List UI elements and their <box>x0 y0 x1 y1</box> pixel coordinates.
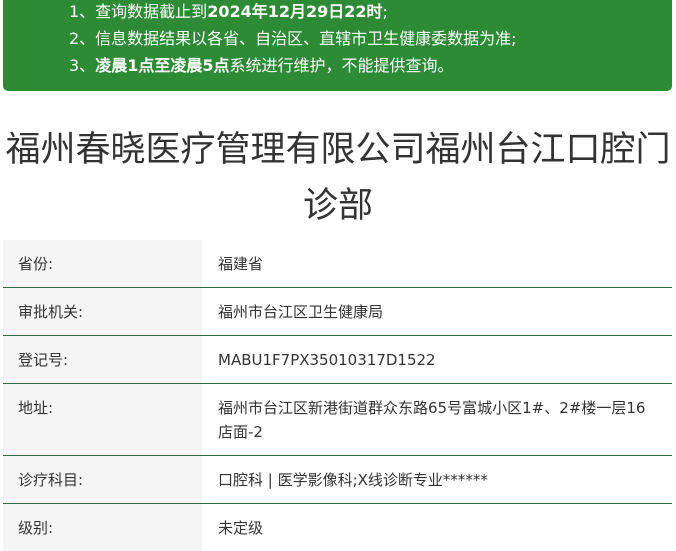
row-value: 福州市台江区新港街道群众东路65号富城小区1#、2#楼一层16店面-2 <box>218 399 646 441</box>
row-value: 福建省 <box>218 255 264 273</box>
table-row-address: 地址: 福州市台江区新港街道群众东路65号富城小区1#、2#楼一层16店面-2 <box>3 384 672 456</box>
table-row-level: 级别: 未定级 <box>3 504 672 551</box>
notice-line-1: 1、查询数据截止到2024年12月29日22时; <box>69 2 388 22</box>
table-row-authority: 审批机关: 福州市台江区卫生健康局 <box>3 288 672 336</box>
row-label: 省份: <box>3 240 202 287</box>
page-title: 福州春晓医疗管理有限公司福州台江口腔门诊部 <box>5 130 671 226</box>
row-label: 地址: <box>3 384 202 455</box>
table-row-departments: 诊疗科目: 口腔科 | 医学影像科;X线诊断专业****** <box>3 456 672 504</box>
row-value: 口腔科 | 医学影像科;X线诊断专业****** <box>218 471 488 489</box>
notice-line-3-time: 凌晨1点至凌晨5点 <box>95 56 230 75</box>
table-row-province: 省份: 福建省 <box>3 240 672 288</box>
info-table: 省份: 福建省 审批机关: 福州市台江区卫生健康局 登记号: MABU1F7PX… <box>3 240 672 551</box>
notice-line-2: 2、信息数据结果以各省、自治区、直辖市卫生健康委数据为准; <box>69 29 517 48</box>
notice-line-3: 3、凌晨1点至凌晨5点系统进行维护，不能提供查询。 <box>69 56 453 76</box>
notice-line-1-prefix: 1、查询数据截止到 <box>69 2 208 21</box>
row-label: 登记号: <box>3 336 202 383</box>
row-label: 诊疗科目: <box>3 456 202 503</box>
row-value: 福州市台江区卫生健康局 <box>218 303 384 321</box>
row-value: 未定级 <box>218 519 264 537</box>
row-value: MABU1F7PX35010317D1522 <box>218 351 436 369</box>
notice-line-1-suffix: ; <box>382 2 388 21</box>
notice-line-1-date: 2024年12月29日22时 <box>207 2 383 21</box>
notice-line-3-prefix: 3、 <box>69 56 96 75</box>
row-label: 级别: <box>3 504 202 551</box>
notice-banner: 1、查询数据截止到2024年12月29日22时; 2、信息数据结果以各省、自治区… <box>3 0 672 91</box>
table-row-registration: 登记号: MABU1F7PX35010317D1522 <box>3 336 672 384</box>
notice-line-3-suffix: 系统进行维护，不能提供查询。 <box>229 56 454 75</box>
row-label: 审批机关: <box>3 288 202 335</box>
